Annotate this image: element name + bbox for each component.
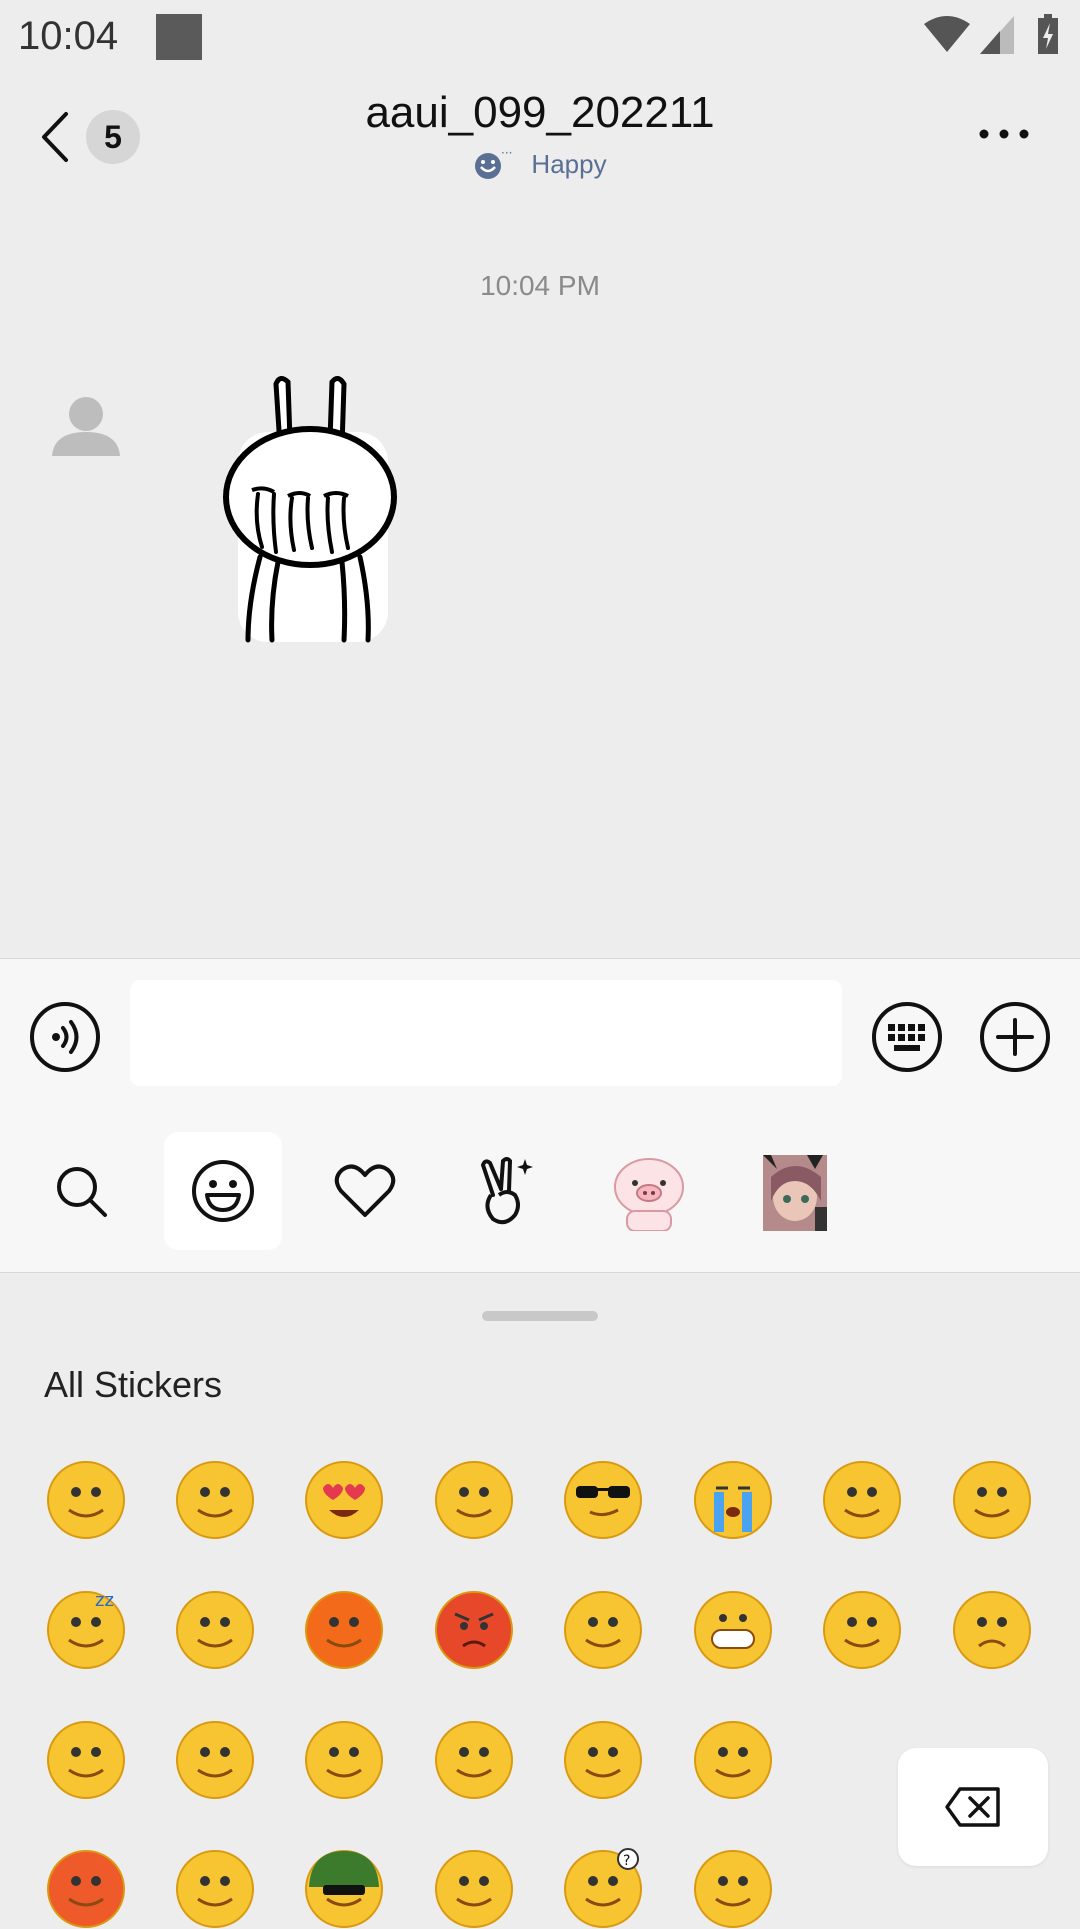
emoji-crying[interactable]: [692, 1458, 774, 1540]
emoji-side-eye[interactable]: [433, 1458, 515, 1540]
tab-gestures[interactable]: [444, 1132, 562, 1250]
emoji-sweating-hot[interactable]: [303, 1588, 385, 1670]
emoji-cool-sunglasses[interactable]: [562, 1458, 644, 1540]
heart-icon: [334, 1164, 396, 1217]
panel-drag-handle[interactable]: [482, 1311, 598, 1321]
contact-avatar[interactable]: [50, 394, 122, 458]
emoji-angry[interactable]: [433, 1588, 515, 1670]
emoji-heart-eyes[interactable]: [303, 1458, 385, 1540]
anime-girl-sticker-pack-icon: [763, 1155, 827, 1231]
emoji-astonished[interactable]: [692, 1718, 774, 1800]
victory-hand-icon: [480, 1157, 533, 1225]
happy-status-icon: ···: [475, 148, 513, 179]
add-icon[interactable]: [978, 1000, 1052, 1074]
keyboard-icon[interactable]: [870, 1000, 944, 1074]
emoji-flushed[interactable]: [45, 1718, 127, 1800]
emoji-thinking[interactable]: ?: [562, 1847, 644, 1929]
emoji-grin[interactable]: [692, 1588, 774, 1670]
emoji-cheerful[interactable]: [174, 1847, 256, 1929]
delete-button[interactable]: [898, 1748, 1048, 1866]
status-time: 10:04: [18, 14, 119, 58]
tab-anime-stickers[interactable]: [732, 1132, 850, 1250]
emoji-speechless-wrapped[interactable]: [951, 1458, 1033, 1540]
pig-sticker-pack-icon: [614, 1158, 684, 1231]
emoji-laughing-tears[interactable]: [174, 1718, 256, 1800]
emoji-facepalm[interactable]: [433, 1718, 515, 1800]
svg-text:?: ?: [623, 1853, 630, 1869]
emoji-sad[interactable]: [951, 1588, 1033, 1670]
tab-favorites[interactable]: [306, 1132, 424, 1250]
backspace-icon: [945, 1787, 1000, 1827]
tab-search[interactable]: [22, 1132, 140, 1250]
battery-icon: [1038, 14, 1058, 54]
emoji-nauseous[interactable]: [303, 1718, 385, 1800]
tab-pig-stickers[interactable]: [590, 1132, 708, 1250]
emoji-blush-smile[interactable]: [562, 1718, 644, 1800]
signal-icon: [980, 16, 1014, 54]
tab-emoji[interactable]: [164, 1132, 282, 1250]
more-options-icon[interactable]: [976, 124, 1032, 144]
emoji-frustrated[interactable]: [174, 1588, 256, 1670]
svg-text:zz: zz: [95, 1590, 114, 1611]
emoji-surprised[interactable]: [821, 1588, 903, 1670]
notification-icon: [156, 14, 202, 60]
emoji-army-helmet[interactable]: [303, 1847, 385, 1929]
status-text: Happy: [531, 148, 607, 179]
search-icon: [57, 1167, 107, 1217]
emoji-embarrassed[interactable]: [821, 1458, 903, 1540]
smiley-icon: [192, 1160, 254, 1222]
section-title: All Stickers: [44, 1364, 223, 1405]
message-timestamp: 10:04 PM: [480, 270, 600, 301]
contact-status[interactable]: ··· Happy: [0, 148, 1080, 180]
emoji-cry-laugh[interactable]: [433, 1847, 515, 1929]
chat-title[interactable]: aaui_099_202211: [0, 88, 1080, 138]
emoji-tongue-wink[interactable]: [562, 1588, 644, 1670]
emoji-shush[interactable]: [692, 1847, 774, 1929]
emoji-smile[interactable]: [45, 1458, 127, 1540]
emoji-sleepy[interactable]: zz: [45, 1588, 127, 1670]
rabbit-crying-sticker[interactable]: [218, 372, 402, 644]
emoji-blush-worried[interactable]: [174, 1458, 256, 1540]
wifi-icon: [924, 16, 970, 52]
emoji-scared-sweat[interactable]: [45, 1847, 127, 1929]
svg-text:···: ···: [501, 148, 512, 160]
message-input[interactable]: [130, 980, 842, 1086]
voice-input-icon[interactable]: [28, 1000, 102, 1074]
